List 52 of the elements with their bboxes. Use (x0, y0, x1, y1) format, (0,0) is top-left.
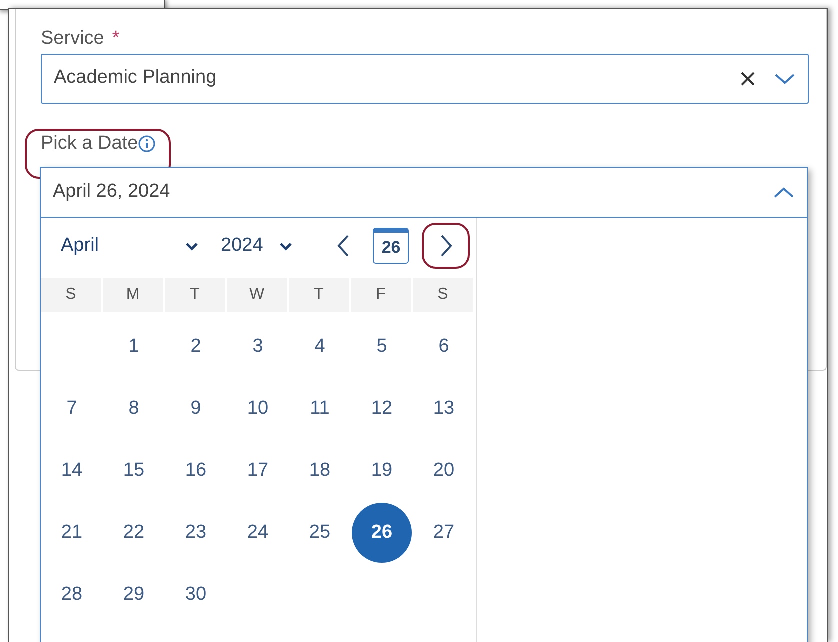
weekday-header: S (41, 278, 103, 312)
day-button[interactable]: 14 (42, 441, 102, 501)
day-button[interactable]: 28 (42, 565, 102, 625)
year-select[interactable]: 2024 (221, 232, 264, 260)
day-button[interactable]: 22 (104, 503, 164, 563)
day-button[interactable]: 29 (104, 565, 164, 625)
day-button[interactable]: 6 (414, 317, 474, 377)
day-button[interactable]: 25 (290, 503, 350, 563)
day-button[interactable]: 11 (290, 379, 350, 439)
day-button[interactable]: 24 (228, 503, 288, 563)
day-button[interactable]: 26 (352, 503, 412, 563)
day-button[interactable]: 21 (42, 503, 102, 563)
day-button[interactable]: 9 (166, 379, 226, 439)
day-button[interactable]: 12 (352, 379, 412, 439)
day-button[interactable]: 8 (104, 379, 164, 439)
weekday-header: T (289, 278, 351, 312)
day-button[interactable]: 16 (166, 441, 226, 501)
day-button[interactable]: 4 (290, 317, 350, 377)
date-field[interactable]: April 26, 2024 (41, 168, 807, 218)
close-icon (740, 70, 756, 86)
weekday-header: S (413, 278, 475, 312)
weekday-header: M (103, 278, 165, 312)
day-button[interactable]: 17 (228, 441, 288, 501)
day-button[interactable]: 7 (42, 379, 102, 439)
month-select[interactable]: April (61, 232, 175, 260)
info-icon (138, 134, 156, 152)
day-button[interactable]: 2 (166, 317, 226, 377)
day-button[interactable]: 13 (414, 379, 474, 439)
day-button[interactable]: 19 (352, 441, 412, 501)
day-button[interactable]: 23 (166, 503, 226, 563)
weekday-header: W (227, 278, 289, 312)
weekday-header: T (165, 278, 227, 312)
day-button[interactable]: 5 (352, 317, 412, 377)
weekday-header: F (351, 278, 413, 312)
day-button[interactable]: 10 (228, 379, 288, 439)
day-button[interactable]: 15 (104, 441, 164, 501)
today-button[interactable]: 26 (373, 228, 410, 264)
service-select[interactable]: Academic Planning (41, 54, 809, 104)
date-value: April 26, 2024 (53, 180, 172, 204)
day-button[interactable]: 27 (414, 503, 474, 563)
select-value: Academic Planning (54, 66, 218, 90)
field-label: Service (41, 27, 104, 51)
day-button[interactable]: 20 (414, 441, 474, 501)
clear-button[interactable] (740, 70, 756, 86)
chevron-right-icon (440, 234, 454, 258)
day-button[interactable]: 30 (166, 565, 226, 625)
field-label: Pick a Date (41, 132, 138, 156)
day-button[interactable]: 1 (104, 317, 164, 377)
required-mark: * (112, 28, 120, 49)
day-button[interactable]: 3 (228, 317, 288, 377)
chevron-left-icon (336, 234, 350, 258)
day-button[interactable]: 18 (290, 441, 350, 501)
